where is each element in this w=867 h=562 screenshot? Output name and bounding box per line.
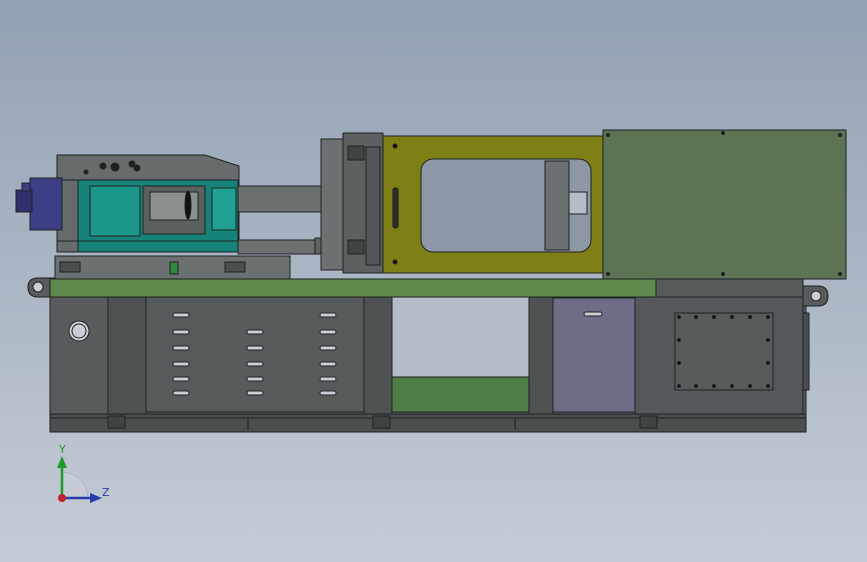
injection-molding-machine-model[interactable] (0, 0, 867, 562)
louvered-access-panel[interactable] (145, 296, 365, 413)
hydraulic-motor[interactable] (15, 177, 63, 231)
fixed-platen[interactable] (320, 132, 384, 274)
graphics-viewport[interactable]: Y Z (0, 0, 867, 562)
access-door-panel[interactable] (552, 297, 636, 413)
triad-x-axis-dot (58, 494, 66, 502)
coordinate-triad[interactable] (40, 438, 120, 518)
injection-carriage[interactable] (54, 255, 291, 280)
lifting-lug-right (802, 285, 829, 307)
injection-unit[interactable] (56, 154, 240, 253)
triad-z-label: Z (102, 486, 110, 499)
electrical-cabinet[interactable] (602, 129, 847, 280)
triad-y-arrow-icon (57, 456, 67, 468)
triad-quarter-disc (61, 471, 89, 499)
base-end-panel (68, 320, 90, 342)
machine-bed-top[interactable] (49, 278, 804, 298)
triad-z-arrow-icon (90, 493, 102, 503)
triad-y-label: Y (59, 443, 66, 456)
guard-handle (392, 187, 399, 229)
safety-guard[interactable] (382, 135, 604, 274)
tie-bars (237, 185, 330, 255)
open-bay (391, 296, 530, 413)
